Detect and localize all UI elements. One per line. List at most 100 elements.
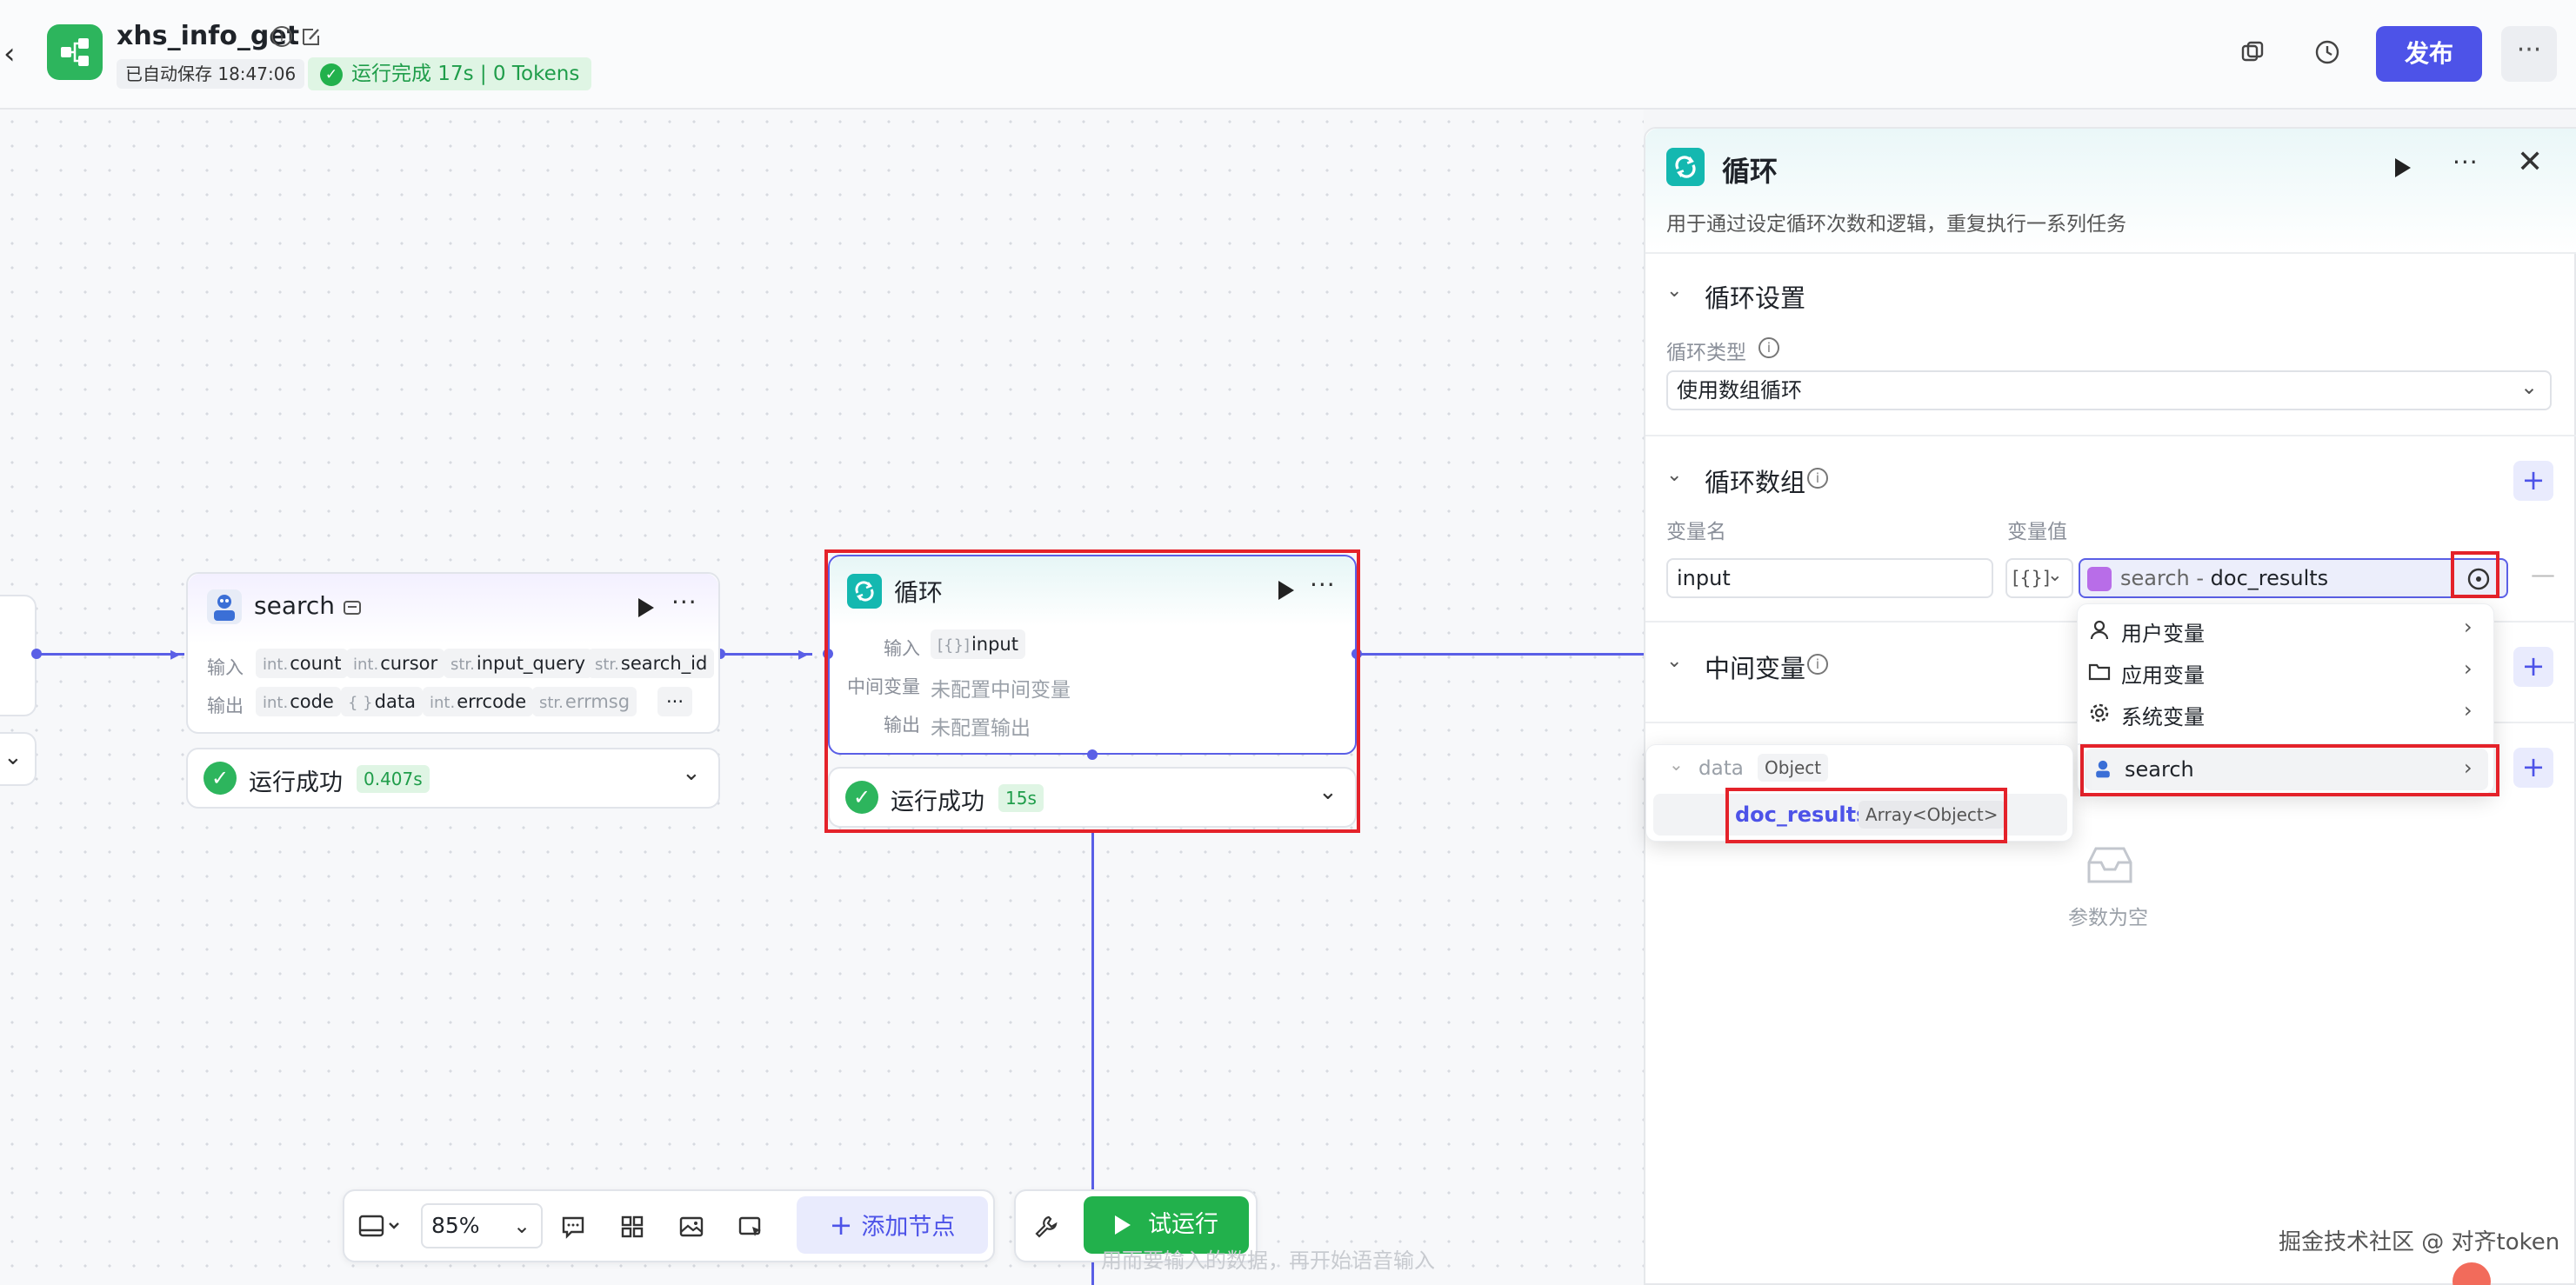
chevron-down-icon[interactable]: ⌄ bbox=[682, 760, 701, 786]
output-param-tag: str.errmsg bbox=[532, 687, 637, 716]
menu-item-system-vars[interactable]: 系统变量 bbox=[2121, 700, 2205, 730]
plugin-badge-icon bbox=[344, 601, 361, 615]
edge-arrow-icon: ▸ bbox=[798, 643, 809, 665]
search-status-text: 运行成功 bbox=[249, 769, 343, 796]
prev-node-status-partial[interactable]: ⌄ bbox=[0, 732, 37, 786]
var-value-reference[interactable]: search - doc_results bbox=[2079, 558, 2508, 598]
output-param-tag: int.code bbox=[256, 687, 341, 716]
select-area-icon[interactable] bbox=[737, 1214, 764, 1240]
empty-box-icon bbox=[2087, 847, 2132, 883]
layout-grid-icon[interactable] bbox=[619, 1214, 645, 1240]
info-icon[interactable]: i bbox=[271, 26, 292, 47]
search-node-title: search bbox=[254, 591, 336, 620]
section-divider bbox=[1645, 435, 2576, 436]
field-data-name: data bbox=[1698, 757, 1744, 780]
search-node[interactable]: search ··· 输入 int.count int.cursor str.i… bbox=[186, 572, 720, 734]
output-row-label: 输出 bbox=[207, 696, 244, 716]
chevron-right-icon: › bbox=[2464, 656, 2473, 681]
panel-description: 用于通过设定循环次数和逻辑，重复执行一系列任务 bbox=[1666, 213, 2126, 236]
search-menu-highlight bbox=[2080, 744, 2499, 796]
input-param-tag: str.search_id bbox=[588, 649, 715, 678]
add-node-button[interactable]: + 添加节点 bbox=[797, 1196, 988, 1254]
loop-array-title[interactable]: 循环数组 bbox=[1705, 463, 1805, 499]
search-node-status-bar[interactable]: ✓ 运行成功 0.407s ⌄ bbox=[186, 748, 720, 809]
back-button[interactable]: ‹ bbox=[3, 38, 24, 70]
doc-results-highlight bbox=[1725, 788, 2007, 843]
faded-hint-text: 用而要输入的数据，再开始语音输入 bbox=[1101, 1248, 1435, 1273]
minimap-icon[interactable] bbox=[358, 1214, 402, 1240]
play-icon bbox=[1115, 1215, 1131, 1235]
edit-icon[interactable] bbox=[301, 26, 322, 47]
var-value-label: 变量值 bbox=[2007, 521, 2067, 543]
add-output-button[interactable]: + bbox=[2513, 748, 2553, 788]
close-icon[interactable]: ✕ bbox=[2517, 144, 2543, 180]
check-circle-icon: ✓ bbox=[320, 63, 343, 86]
robot-icon bbox=[214, 595, 235, 621]
cube-icon bbox=[2087, 567, 2112, 591]
chevron-down-icon[interactable]: ⌄ bbox=[1666, 464, 1682, 486]
input-param-tag: str.input_query bbox=[444, 649, 593, 678]
search-time-tag: 0.407s bbox=[357, 765, 430, 793]
image-icon[interactable] bbox=[678, 1214, 704, 1240]
field-data-type: Object bbox=[1758, 754, 1829, 782]
more-outputs-tag[interactable]: ··· bbox=[657, 687, 693, 716]
add-mid-var-button[interactable]: + bbox=[2513, 647, 2553, 687]
output-param-tag: { }data bbox=[341, 687, 423, 716]
remove-var-icon[interactable]: — bbox=[2531, 560, 2555, 589]
info-icon[interactable]: i bbox=[1758, 337, 1779, 358]
run-node-play-icon[interactable] bbox=[2395, 158, 2411, 177]
menu-item-user-vars[interactable]: 用户变量 bbox=[2121, 616, 2205, 647]
input-row-label: 输入 bbox=[207, 657, 244, 678]
user-icon bbox=[2090, 620, 2109, 640]
info-icon[interactable]: i bbox=[1807, 468, 1828, 489]
run-node-play-icon[interactable] bbox=[638, 598, 654, 617]
success-check-icon: ✓ bbox=[204, 762, 237, 795]
output-param-tag: int.errcode bbox=[423, 687, 534, 716]
chevron-down-icon[interactable]: ⌄ bbox=[3, 744, 23, 770]
loop-type-select[interactable]: 使用数组循环 ⌄ bbox=[1666, 370, 2552, 410]
more-options-button[interactable]: ··· bbox=[2501, 26, 2557, 82]
node-more-icon[interactable]: ··· bbox=[671, 588, 697, 616]
var-name-label: 变量名 bbox=[1666, 521, 1726, 543]
publish-button[interactable]: 发布 bbox=[2376, 26, 2482, 82]
settings-gear-icon bbox=[2090, 703, 2109, 722]
watermark: 掘金技术社区 @ 对齐token bbox=[2279, 1229, 2560, 1255]
chevron-right-icon: › bbox=[2464, 615, 2473, 639]
var-type-select[interactable]: [{}] ⌄ bbox=[2005, 558, 2073, 598]
loop-type-label: 循环类型 bbox=[1666, 342, 1746, 364]
search-plugin-icon bbox=[207, 589, 242, 624]
edge-prev-search bbox=[37, 653, 184, 656]
folder-icon bbox=[2088, 663, 2111, 681]
variable-picker-highlight bbox=[2451, 551, 2499, 598]
menu-item-app-vars[interactable]: 应用变量 bbox=[2121, 658, 2205, 689]
plus-icon: + bbox=[829, 1208, 853, 1242]
input-param-tag: int.count bbox=[256, 649, 349, 678]
comment-icon[interactable] bbox=[560, 1214, 586, 1240]
autosave-status: 已自动保存 18:47:06 bbox=[117, 59, 305, 89]
run-status-text: 运行完成 17s | 0 Tokens bbox=[351, 63, 580, 85]
edge-arrow-icon: ▸ bbox=[170, 643, 181, 665]
loop-settings-title[interactable]: 循环设置 bbox=[1705, 278, 1805, 315]
chevron-down-icon[interactable]: ⌄ bbox=[1666, 280, 1682, 302]
workflow-icon bbox=[61, 38, 89, 66]
chevron-down-icon: ⌄ bbox=[513, 1214, 531, 1238]
panel-title: 循环 bbox=[1722, 155, 1779, 188]
copy-icon[interactable] bbox=[2239, 38, 2266, 66]
info-icon[interactable]: i bbox=[1807, 654, 1828, 675]
zoom-select[interactable]: 85% ⌄ bbox=[421, 1203, 543, 1248]
mid-var-title[interactable]: 中间变量 bbox=[1705, 649, 1805, 685]
var-name-input[interactable]: input bbox=[1666, 558, 1993, 598]
chevron-down-icon[interactable]: ⌄ bbox=[1669, 754, 1684, 775]
edge-dot bbox=[31, 649, 42, 659]
chevron-down-icon: ⌄ bbox=[2520, 375, 2539, 399]
empty-params-text: 参数为空 bbox=[2068, 907, 2148, 929]
run-status-badge[interactable]: ✓ 运行完成 17s | 0 Tokens bbox=[308, 57, 592, 90]
wrench-icon[interactable] bbox=[1033, 1214, 1059, 1240]
history-icon[interactable] bbox=[2313, 38, 2341, 66]
chevron-down-icon[interactable]: ⌄ bbox=[1666, 650, 1682, 672]
add-loop-array-button[interactable]: + bbox=[2513, 461, 2553, 501]
chevron-down-icon: ⌄ bbox=[2047, 564, 2063, 585]
panel-more-icon[interactable]: ··· bbox=[2453, 148, 2479, 176]
loop-node-highlight bbox=[824, 549, 1360, 833]
refresh-icon bbox=[1675, 156, 1696, 178]
